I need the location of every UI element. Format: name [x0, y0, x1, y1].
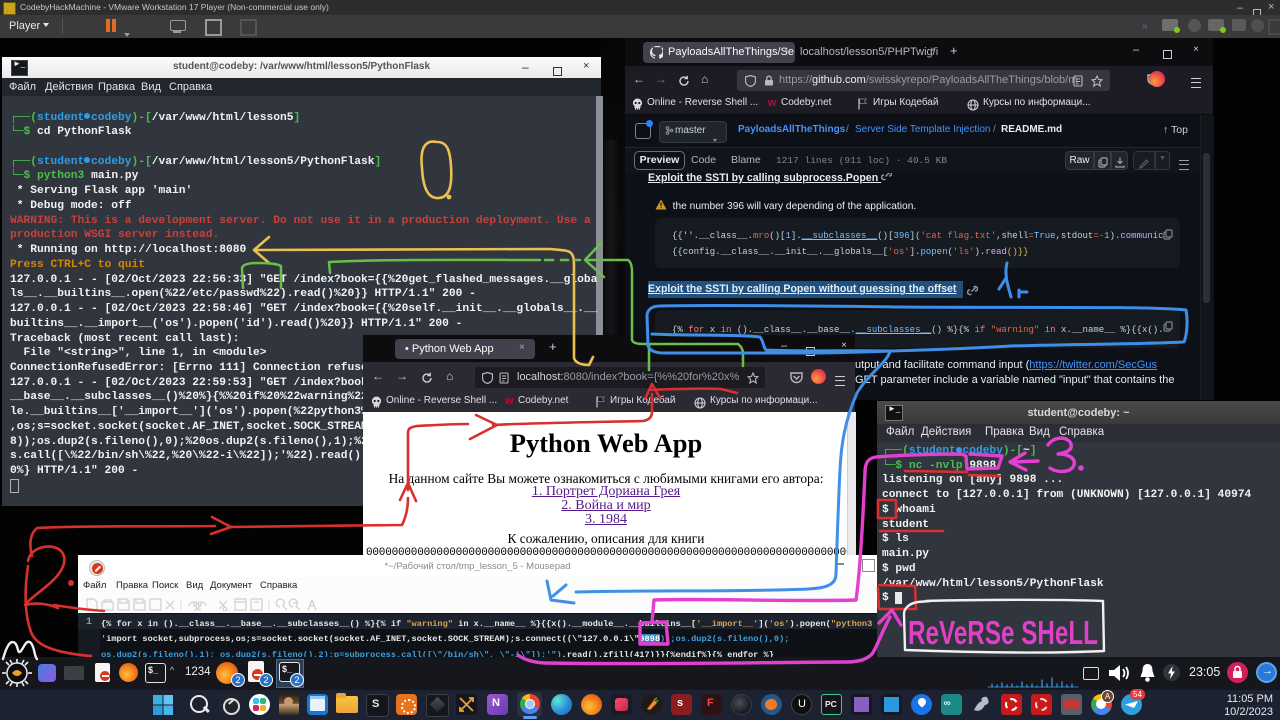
svg-text:ReVeRSe SHeLL: ReVeRSe SHeLL: [908, 614, 1098, 651]
